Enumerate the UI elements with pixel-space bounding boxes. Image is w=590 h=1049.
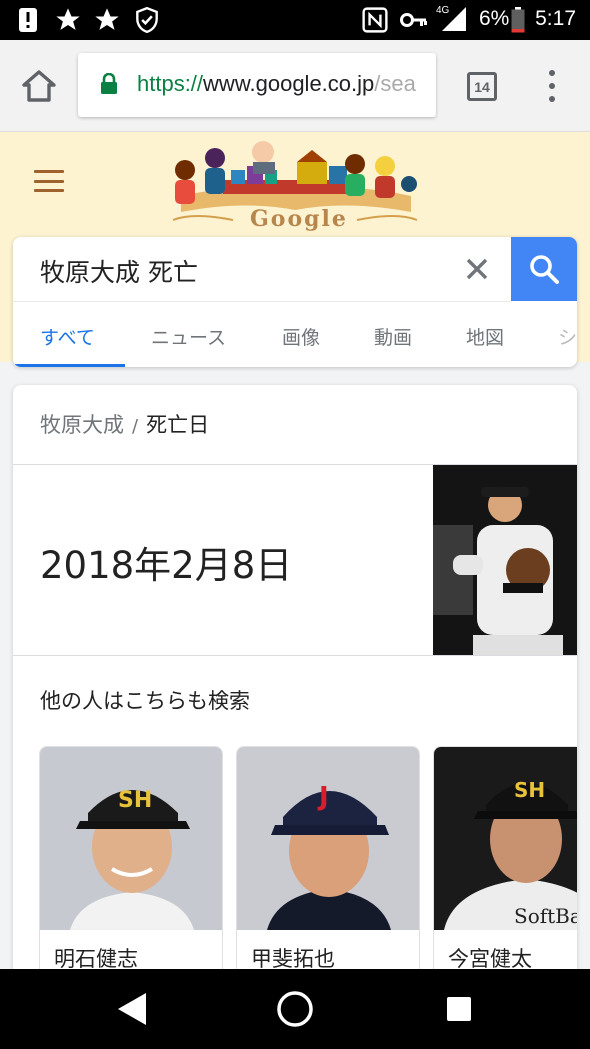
- knowledge-answer-card: 牧原大成 / 死亡日 2018年2月8日 他の人はこちらも検索 SH 明石健志 …: [13, 385, 577, 985]
- lock-icon: [101, 73, 117, 94]
- active-tab-indicator: [13, 364, 125, 367]
- svg-text:SH: SH: [514, 778, 545, 802]
- breadcrumb-attribute: 死亡日: [146, 413, 210, 437]
- tab-news[interactable]: ニュース: [151, 323, 226, 350]
- close-icon: [466, 258, 488, 280]
- search-icon: [530, 255, 559, 284]
- entity-photo[interactable]: [433, 465, 577, 655]
- signal-icon: 4G: [436, 4, 468, 32]
- tab-all[interactable]: すべて: [40, 323, 95, 350]
- tab-more[interactable]: シ: [558, 323, 577, 350]
- network-type-label: 4G: [436, 5, 450, 16]
- person-photo: SH: [40, 747, 222, 930]
- breadcrumb: 牧原大成 / 死亡日: [40, 409, 209, 439]
- breadcrumb-entity[interactable]: 牧原大成: [40, 413, 124, 437]
- status-bar: 4G 6% 5:17: [0, 0, 590, 40]
- key-icon: [400, 6, 428, 34]
- url-text: https://www.google.co.jp/sea: [137, 71, 416, 97]
- shield-check-icon: [134, 6, 160, 34]
- svg-text:SoftBan: SoftBan: [514, 904, 577, 928]
- answer-text: 2018年2月8日: [40, 544, 293, 587]
- search-box-card: 牧原大成 死亡 すべて ニュース 画像 動画 地図 シ: [13, 237, 577, 367]
- back-icon[interactable]: [116, 991, 148, 1027]
- battery-percent: 6%: [479, 7, 510, 30]
- system-nav-bar: [0, 969, 590, 1049]
- url-bar[interactable]: https://www.google.co.jp/sea: [78, 53, 436, 117]
- url-host: www.google.co.jp: [203, 71, 375, 96]
- search-button[interactable]: [511, 237, 577, 301]
- battery-icon: [511, 6, 525, 34]
- svg-text:J: J: [317, 782, 329, 812]
- home-nav-icon[interactable]: [276, 990, 314, 1028]
- alert-icon: [18, 6, 38, 34]
- url-path: /sea: [374, 71, 416, 96]
- person-photo: J: [237, 747, 419, 930]
- person-photo: SH SoftBan: [434, 747, 577, 930]
- related-person-card[interactable]: SH SoftBan 今宮健太: [433, 746, 577, 985]
- breadcrumb-separator: /: [132, 416, 139, 437]
- related-person-card[interactable]: J 甲斐拓也: [236, 746, 420, 985]
- svg-text:SH: SH: [118, 788, 152, 813]
- tab-images[interactable]: 画像: [282, 323, 320, 350]
- hamburger-menu-button[interactable]: [34, 170, 64, 192]
- nfc-icon: [362, 6, 388, 34]
- tab-videos[interactable]: 動画: [374, 323, 412, 350]
- tab-switcher-button[interactable]: 14: [467, 72, 497, 101]
- search-input[interactable]: 牧原大成 死亡: [40, 253, 198, 289]
- related-person-card[interactable]: SH 明石健志: [39, 746, 223, 985]
- search-tabs: すべて ニュース 画像 動画 地図 シ: [13, 302, 577, 367]
- clock: 5:17: [535, 7, 576, 30]
- recents-icon[interactable]: [446, 996, 472, 1022]
- clear-search-button[interactable]: [461, 249, 493, 289]
- home-button[interactable]: [20, 68, 58, 106]
- browser-toolbar: https://www.google.co.jp/sea 14: [0, 40, 590, 132]
- doodle-wordmark: Google: [250, 206, 348, 232]
- home-icon: [22, 70, 56, 102]
- tab-maps[interactable]: 地図: [466, 323, 504, 350]
- overflow-menu-button[interactable]: [540, 68, 564, 104]
- star-icon: [54, 6, 82, 34]
- people-also-search-title: 他の人はこちらも検索: [40, 689, 250, 713]
- star-icon: [93, 6, 121, 34]
- url-scheme: https://: [137, 71, 204, 96]
- divider: [13, 655, 577, 656]
